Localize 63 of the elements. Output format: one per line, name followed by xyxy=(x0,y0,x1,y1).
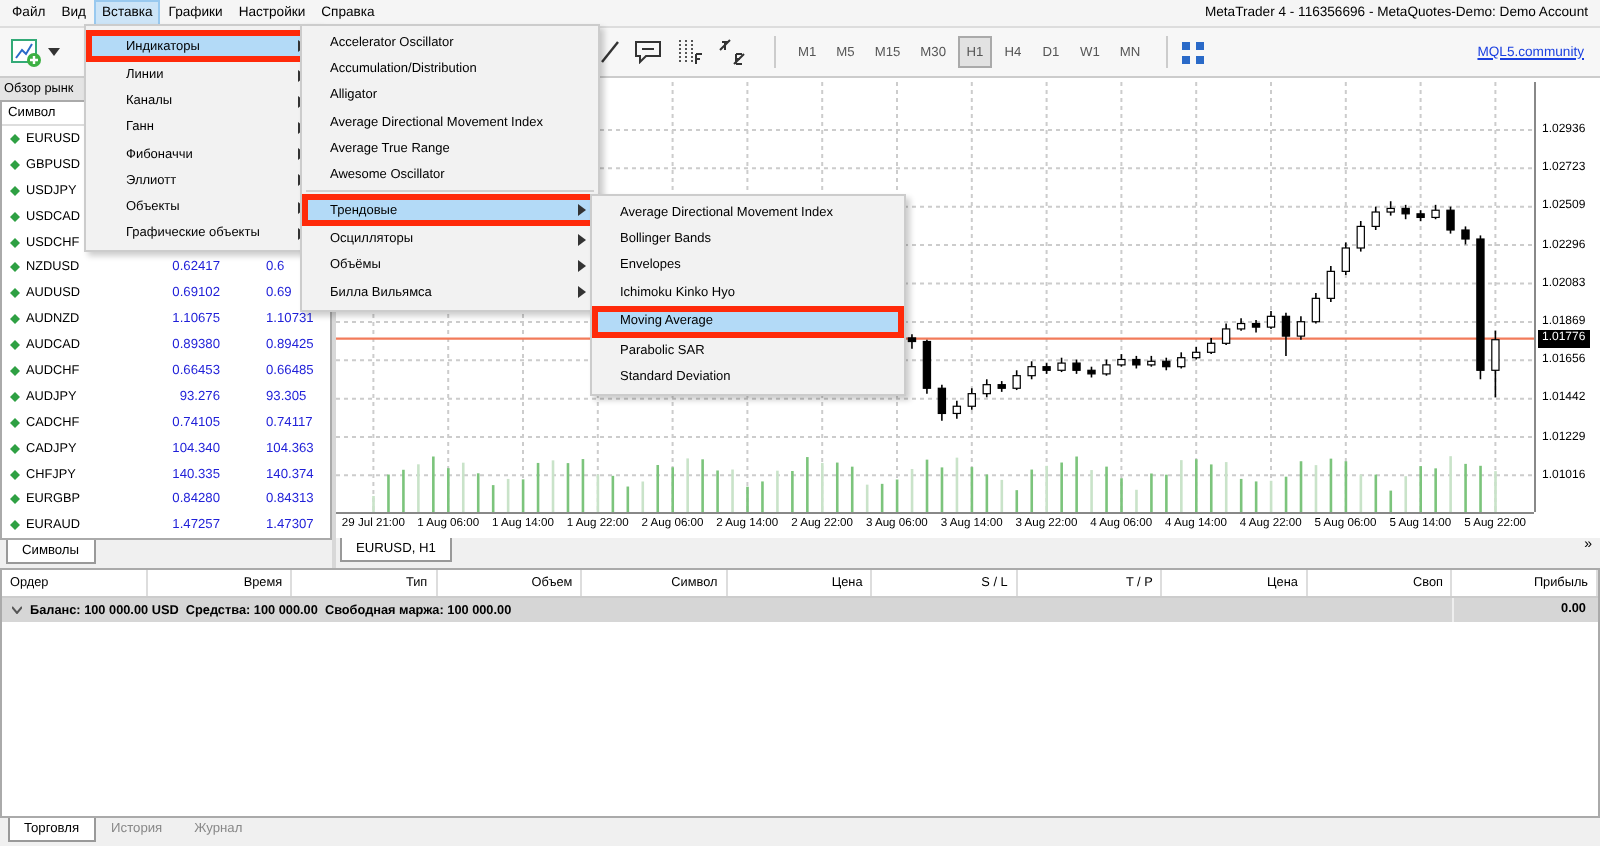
candlestick xyxy=(1461,225,1470,246)
diamond-icon xyxy=(10,185,20,196)
template-icon[interactable] xyxy=(718,38,746,66)
candlestick xyxy=(1057,356,1066,373)
line-icon[interactable] xyxy=(600,40,620,64)
candlestick xyxy=(982,378,991,399)
diamond-icon xyxy=(10,494,20,505)
diamond-icon xyxy=(10,211,20,222)
candlestick xyxy=(1102,358,1111,377)
candlestick xyxy=(1401,204,1410,220)
candlestick xyxy=(1177,351,1186,370)
candlestick xyxy=(922,338,932,395)
candlestick xyxy=(1221,322,1231,346)
candlestick xyxy=(1192,346,1201,361)
candlestick xyxy=(937,383,947,422)
diamond-icon xyxy=(10,340,20,351)
diamond-icon xyxy=(10,443,20,454)
candlestick xyxy=(1281,311,1291,357)
candlestick xyxy=(1431,204,1440,220)
candlestick xyxy=(1236,317,1246,332)
candlestick xyxy=(1147,355,1156,368)
candlestick xyxy=(1012,369,1021,391)
diamond-icon xyxy=(10,159,20,170)
grid-icon[interactable] xyxy=(1182,41,1205,63)
diamond-icon xyxy=(10,237,20,247)
candlestick xyxy=(1416,209,1425,222)
new-chart-icon[interactable] xyxy=(10,36,42,68)
diamond-icon xyxy=(10,288,20,299)
candlestick xyxy=(1042,362,1051,375)
candlestick xyxy=(1371,205,1380,231)
diamond-icon xyxy=(10,133,20,144)
candlestick xyxy=(1162,356,1171,372)
candlestick xyxy=(1266,310,1276,330)
diamond-icon xyxy=(10,365,20,376)
period-separator-icon[interactable] xyxy=(676,38,704,66)
candlestick xyxy=(1072,358,1081,375)
candlestick xyxy=(1296,315,1306,341)
diamond-icon xyxy=(10,314,20,325)
candlestick xyxy=(997,380,1006,393)
candlestick xyxy=(1386,200,1395,217)
candlestick xyxy=(967,387,976,411)
candlestick xyxy=(1251,319,1261,334)
diamond-icon xyxy=(10,391,20,402)
candlestick xyxy=(1117,353,1126,368)
comment-icon[interactable] xyxy=(634,40,662,64)
candlestick xyxy=(1132,355,1141,370)
candlestick xyxy=(952,400,962,420)
diamond-icon xyxy=(10,520,20,531)
candlestick xyxy=(1326,265,1336,303)
candlestick xyxy=(1341,241,1350,276)
chevron-icon[interactable] xyxy=(12,606,22,614)
diamond-icon xyxy=(10,262,20,273)
caret-icon[interactable] xyxy=(48,48,60,56)
candlestick xyxy=(1206,337,1216,355)
candlestick xyxy=(1311,292,1321,325)
diamond-icon xyxy=(10,469,20,480)
candlestick xyxy=(1356,220,1365,253)
candlestick xyxy=(1027,360,1036,381)
candlestick xyxy=(907,333,917,350)
candlestick xyxy=(1446,205,1455,235)
candlestick xyxy=(1491,329,1500,399)
candlestick xyxy=(1087,365,1096,379)
diamond-icon xyxy=(10,417,20,428)
